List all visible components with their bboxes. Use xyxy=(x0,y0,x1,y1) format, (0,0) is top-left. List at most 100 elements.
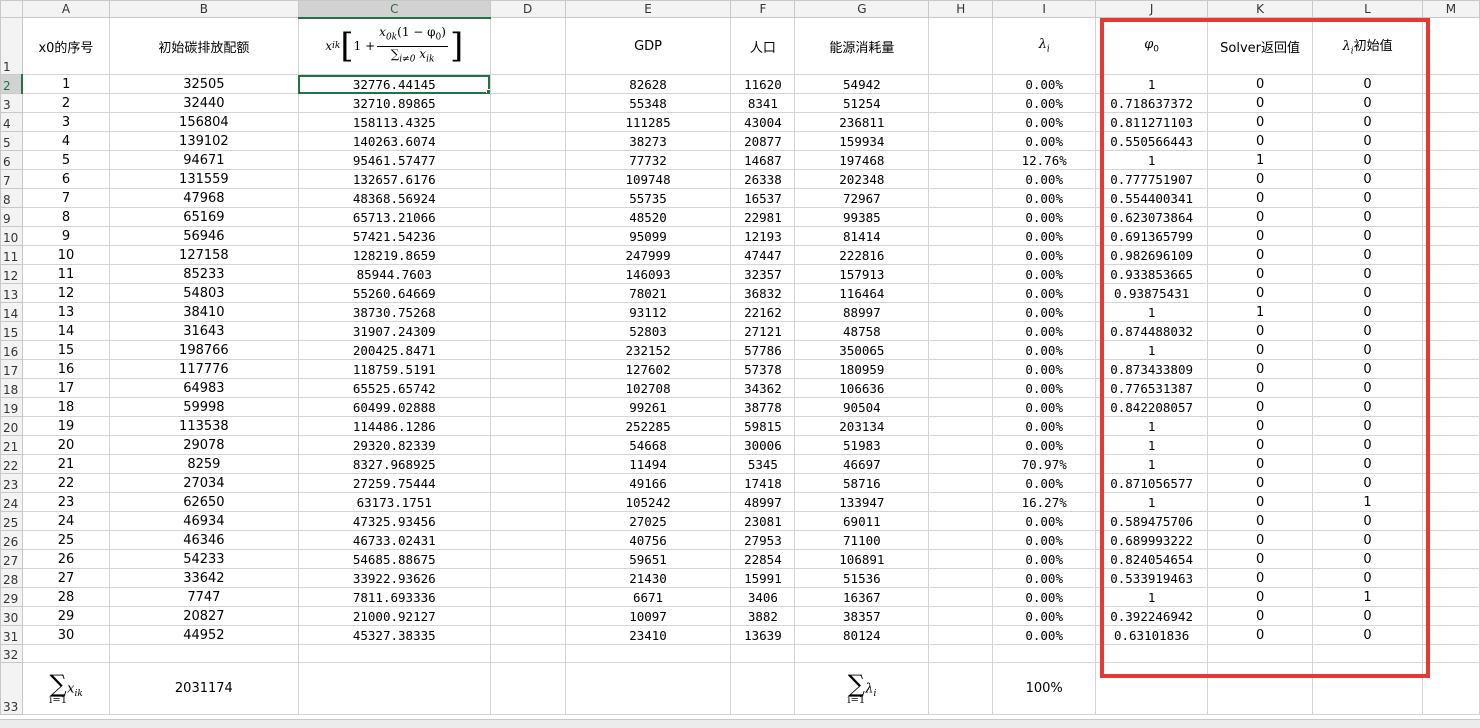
cell-j[interactable]: 1 xyxy=(1095,150,1209,170)
cell-h[interactable] xyxy=(928,606,994,626)
cell-j[interactable]: 1 xyxy=(1095,435,1209,455)
cell-e[interactable]: 6671 xyxy=(564,587,732,607)
cell-j[interactable]: 0.982696109 xyxy=(1095,245,1209,265)
cell-m[interactable] xyxy=(1421,378,1480,398)
cell-m[interactable] xyxy=(1421,644,1480,663)
cell-c[interactable]: 158113.4325 xyxy=(297,112,491,132)
cell-a[interactable]: 6 xyxy=(21,169,110,189)
cell-b[interactable]: 198766 xyxy=(108,340,299,360)
cell-f1[interactable]: 人口 xyxy=(730,17,796,75)
cell-c[interactable]: 27259.75444 xyxy=(297,473,491,493)
cell-e[interactable]: 109748 xyxy=(564,169,732,189)
cell-c[interactable]: 55260.64669 xyxy=(297,283,491,303)
cell-j[interactable]: 0.691365799 xyxy=(1095,226,1209,246)
cell-d[interactable] xyxy=(489,207,566,227)
row-header[interactable]: 6 xyxy=(0,150,23,170)
cell-g33-sum[interactable]: ∑ i=1 λi xyxy=(794,662,930,715)
cell-g[interactable]: 197468 xyxy=(794,150,930,170)
cell-l[interactable]: 0 xyxy=(1312,454,1423,474)
cell-h33[interactable] xyxy=(928,662,994,715)
cell-i[interactable]: 0.00% xyxy=(992,245,1097,265)
cell-a[interactable]: 15 xyxy=(21,340,110,360)
cell-j[interactable]: 1 xyxy=(1095,340,1209,360)
cell-b[interactable]: 32505 xyxy=(108,74,299,94)
cell-l[interactable]: 0 xyxy=(1312,378,1423,398)
cell-e[interactable]: 59651 xyxy=(564,549,732,569)
cell-m[interactable] xyxy=(1421,283,1480,303)
cell-e[interactable]: 77732 xyxy=(564,150,732,170)
cell-l[interactable]: 0 xyxy=(1312,511,1423,531)
cell-l[interactable]: 0 xyxy=(1312,169,1423,189)
cell-a[interactable]: 30 xyxy=(21,625,110,645)
cell-c[interactable]: 47325.93456 xyxy=(297,511,491,531)
cell-m[interactable] xyxy=(1421,606,1480,626)
cell-i[interactable] xyxy=(992,644,1097,663)
cell-g[interactable]: 202348 xyxy=(794,169,930,189)
cell-a[interactable]: 25 xyxy=(21,530,110,550)
row-header[interactable]: 31 xyxy=(0,625,23,645)
cell-k[interactable]: 0 xyxy=(1207,473,1314,493)
column-header-c[interactable]: C xyxy=(297,0,491,19)
cell-f[interactable]: 26338 xyxy=(730,169,796,189)
cell-i[interactable]: 0.00% xyxy=(992,549,1097,569)
cell-m[interactable] xyxy=(1421,359,1480,379)
cell-b[interactable]: 62650 xyxy=(108,492,299,512)
cell-h[interactable] xyxy=(928,454,994,474)
cell-d[interactable] xyxy=(489,644,566,663)
cell-i33-total[interactable]: 100% xyxy=(992,662,1097,715)
cell-l[interactable]: 0 xyxy=(1312,473,1423,493)
cell-f[interactable]: 5345 xyxy=(730,454,796,474)
cell-i[interactable]: 0.00% xyxy=(992,264,1097,284)
column-header-b[interactable]: B xyxy=(108,0,299,18)
cell-j[interactable]: 1 xyxy=(1095,454,1209,474)
cell-d[interactable] xyxy=(489,492,566,512)
cell-m[interactable] xyxy=(1421,112,1480,132)
cell-g[interactable]: 48758 xyxy=(794,321,930,341)
cell-e[interactable]: 10097 xyxy=(564,606,732,626)
cell-j1-phi[interactable]: φ0 xyxy=(1095,17,1209,75)
cell-f[interactable]: 38778 xyxy=(730,397,796,417)
cell-b[interactable]: 20827 xyxy=(108,606,299,626)
row-header[interactable]: 29 xyxy=(0,587,23,607)
cell-a[interactable]: 4 xyxy=(21,131,110,151)
cell-j[interactable] xyxy=(1095,644,1209,663)
cell-f33[interactable] xyxy=(730,662,796,715)
cell-f[interactable]: 22162 xyxy=(730,302,796,322)
row-header[interactable]: 18 xyxy=(0,378,23,398)
cell-m33[interactable] xyxy=(1421,662,1480,715)
cell-l[interactable]: 0 xyxy=(1312,245,1423,265)
cell-k[interactable]: 0 xyxy=(1207,625,1314,645)
cell-a[interactable]: 27 xyxy=(21,568,110,588)
row-header[interactable]: 12 xyxy=(0,264,23,284)
cell-d[interactable] xyxy=(489,188,566,208)
cell-j[interactable]: 0.776531387 xyxy=(1095,378,1209,398)
column-header-d[interactable]: D xyxy=(489,0,566,18)
cell-a[interactable]: 12 xyxy=(21,283,110,303)
cell-a[interactable]: 9 xyxy=(21,226,110,246)
cell-g[interactable]: 157913 xyxy=(794,264,930,284)
cell-b1[interactable]: 初始碳排放配额 xyxy=(108,17,299,75)
cell-b[interactable]: 7747 xyxy=(108,587,299,607)
cell-f[interactable]: 32357 xyxy=(730,264,796,284)
cell-g[interactable]: 203134 xyxy=(794,416,930,436)
cell-k[interactable]: 0 xyxy=(1207,93,1314,113)
cell-e[interactable]: 95099 xyxy=(564,226,732,246)
cell-k[interactable]: 0 xyxy=(1207,188,1314,208)
cell-a[interactable]: 2 xyxy=(21,93,110,113)
cell-h[interactable] xyxy=(928,226,994,246)
cell-j[interactable]: 1 xyxy=(1095,587,1209,607)
cell-d[interactable] xyxy=(489,473,566,493)
cell-k[interactable]: 1 xyxy=(1207,150,1314,170)
cell-b[interactable]: 117776 xyxy=(108,359,299,379)
cell-i[interactable]: 0.00% xyxy=(992,568,1097,588)
cell-h[interactable] xyxy=(928,435,994,455)
cell-h[interactable] xyxy=(928,378,994,398)
cell-d[interactable] xyxy=(489,397,566,417)
cell-b[interactable]: 46346 xyxy=(108,530,299,550)
cell-l[interactable]: 0 xyxy=(1312,606,1423,626)
cell-e[interactable]: 21430 xyxy=(564,568,732,588)
cell-k[interactable]: 0 xyxy=(1207,416,1314,436)
cell-d[interactable] xyxy=(489,245,566,265)
cell-g[interactable]: 58716 xyxy=(794,473,930,493)
cell-l[interactable] xyxy=(1312,644,1423,663)
